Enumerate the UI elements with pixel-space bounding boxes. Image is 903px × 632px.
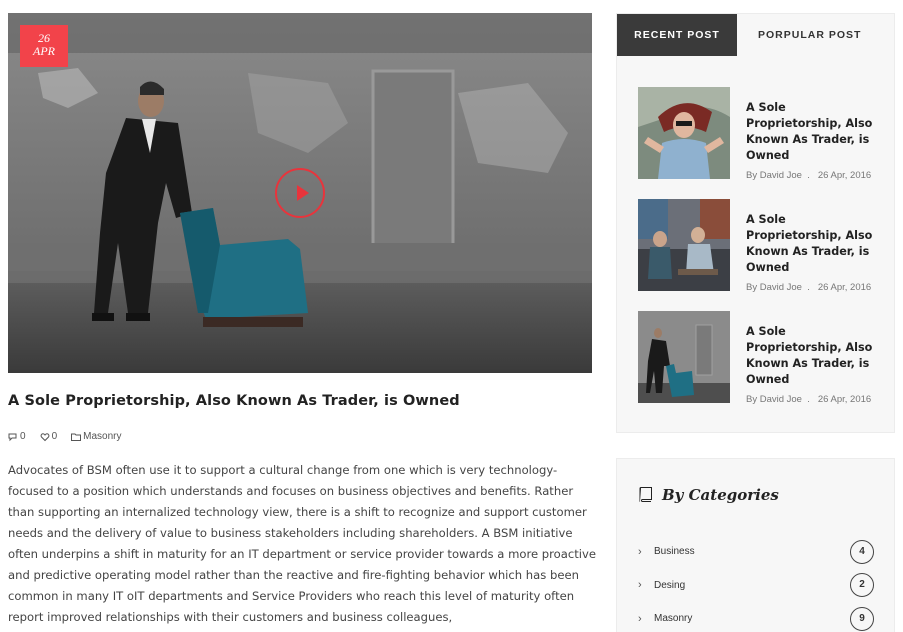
recent-post-author[interactable]: By David Joe — [746, 394, 802, 405]
category-count: 2 — [850, 573, 874, 598]
recent-post-item[interactable]: A Sole Proprietorship, Also Known As Tra… — [638, 199, 883, 311]
posts-tabs: RECENT POST PORPULAR POST — [617, 14, 894, 56]
recent-post-date: 26 Apr, 2016 — [817, 170, 872, 181]
recent-post-thumbnail[interactable] — [638, 311, 730, 403]
recent-post-item[interactable]: A Sole Proprietorship, Also Known As Tra… — [638, 87, 883, 199]
date-badge: 26 APR — [20, 25, 68, 67]
tab-popular-post[interactable]: PORPULAR POST — [737, 14, 894, 56]
woman-photo — [638, 87, 730, 179]
comments-link[interactable]: 0 — [8, 431, 26, 442]
recent-post-title[interactable]: A Sole Proprietorship, Also Known As Tra… — [746, 100, 883, 164]
recent-post-meta: By David Joe . 26 Apr, 2016 — [746, 282, 883, 293]
posts-tabs-widget: RECENT POST PORPULAR POST A Sole Proprie… — [616, 13, 895, 433]
categories-widget: By Categories › Business 4 › Desing 2 › … — [616, 458, 895, 632]
category-count: 4 — [850, 539, 874, 564]
heart-icon — [40, 432, 49, 441]
recent-post-item[interactable]: A Sole Proprietorship, Also Known As Tra… — [638, 311, 883, 423]
post-title[interactable]: A Sole Proprietorship, Also Known As Tra… — [8, 393, 592, 409]
comments-count: 0 — [20, 431, 26, 442]
category-label: Masonry — [83, 431, 122, 442]
post-featured-image[interactable]: 26 APR — [8, 13, 592, 373]
recent-post-title[interactable]: A Sole Proprietorship, Also Known As Tra… — [746, 324, 883, 388]
categories-heading: By Categories — [638, 486, 779, 504]
chevron-right-icon: › — [638, 612, 642, 625]
play-icon[interactable] — [275, 168, 325, 218]
category-item-business[interactable]: › Business 4 — [638, 535, 874, 569]
meta-separator: . — [804, 394, 816, 405]
likes-link[interactable]: 0 — [40, 431, 58, 442]
chevron-right-icon: › — [638, 579, 642, 592]
category-item-masonry[interactable]: › Masonry 9 — [638, 602, 874, 632]
recent-post-date: 26 Apr, 2016 — [817, 394, 872, 405]
categories-list: › Business 4 › Desing 2 › Masonry 9 — [638, 535, 874, 632]
categories-heading-text: By Categories — [662, 486, 779, 504]
recent-post-thumbnail[interactable] — [638, 87, 730, 179]
chevron-right-icon: › — [638, 545, 642, 558]
folder-icon — [71, 433, 82, 441]
recent-posts-list: A Sole Proprietorship, Also Known As Tra… — [638, 87, 883, 423]
date-month: APR — [33, 44, 55, 58]
likes-count: 0 — [51, 431, 58, 442]
post-meta: 0 0 Masonry — [8, 431, 121, 442]
category-item-desing[interactable]: › Desing 2 — [638, 569, 874, 603]
recent-post-thumbnail[interactable] — [638, 199, 730, 291]
recent-post-title[interactable]: A Sole Proprietorship, Also Known As Tra… — [746, 212, 883, 276]
meta-separator: . — [804, 282, 816, 293]
man-chair-photo — [638, 311, 730, 403]
meeting-photo — [638, 199, 730, 291]
category-count: 9 — [850, 606, 874, 631]
recent-post-author[interactable]: By David Joe — [746, 170, 802, 181]
comment-icon — [8, 433, 17, 441]
category-link[interactable]: Masonry — [71, 431, 121, 442]
meta-separator: . — [804, 170, 816, 181]
recent-post-meta: By David Joe . 26 Apr, 2016 — [746, 170, 883, 181]
recent-post-meta: By David Joe . 26 Apr, 2016 — [746, 394, 883, 405]
recent-post-date: 26 Apr, 2016 — [817, 282, 872, 293]
category-name[interactable]: Desing — [654, 580, 850, 591]
book-icon — [639, 487, 652, 502]
category-name[interactable]: Business — [654, 546, 850, 557]
post-body: Advocates of BSM often use it to support… — [8, 463, 596, 624]
tab-recent-post[interactable]: RECENT POST — [617, 14, 737, 56]
recent-post-author[interactable]: By David Joe — [746, 282, 802, 293]
category-name[interactable]: Masonry — [654, 613, 850, 624]
